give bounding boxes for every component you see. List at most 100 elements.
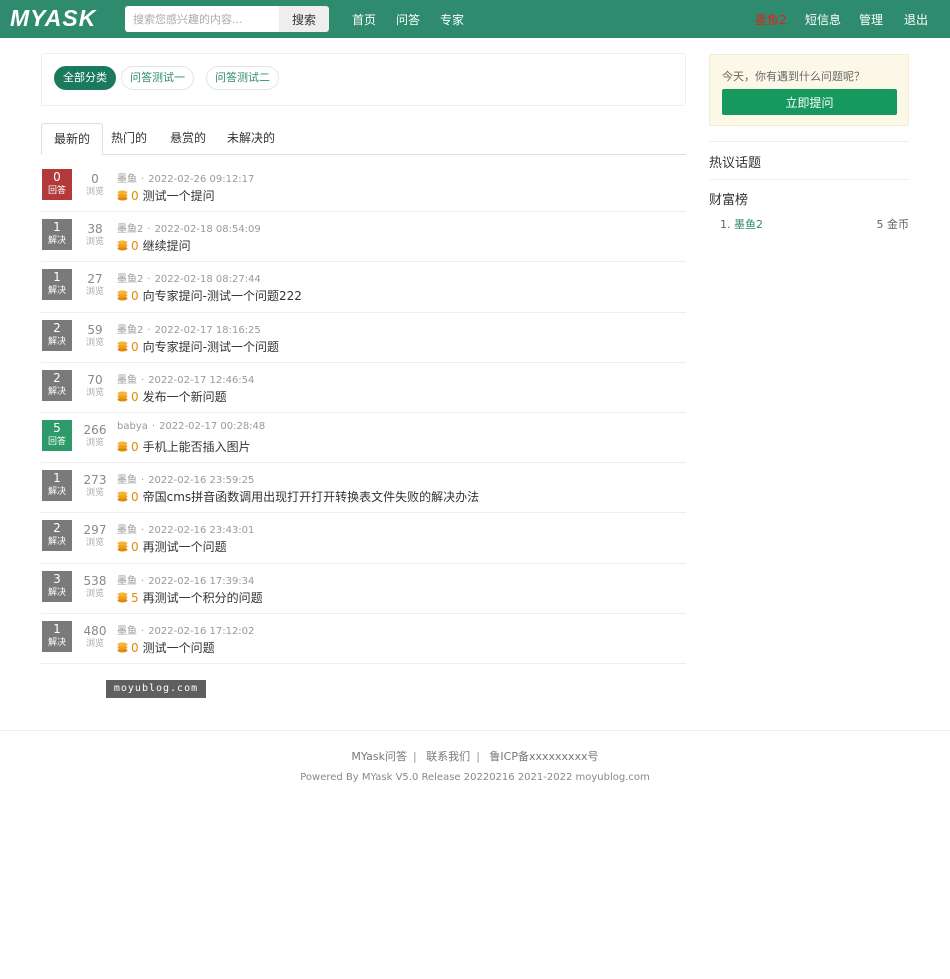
footer-icp[interactable]: 鲁ICP备xxxxxxxxx号 (489, 750, 598, 763)
author-link[interactable]: 墨鱼 (117, 626, 137, 637)
reward-amount: 0 (131, 339, 139, 354)
author-link[interactable]: 墨鱼 (117, 174, 137, 185)
question-title-link[interactable]: 再测试一个问题 (143, 540, 227, 554)
question-title-link[interactable]: 手机上能否插入图片 (143, 440, 251, 454)
question-title-link[interactable]: 再测试一个积分的问题 (143, 591, 263, 605)
question-title-link[interactable]: 向专家提问-测试一个问题 (143, 340, 279, 354)
answer-count-badge: 2 解决 (42, 369, 72, 401)
answer-status-label: 解决 (47, 386, 66, 397)
top-navbar: MYASK 搜索 首页 问答 专家 墨鱼2 短信息 管理 退出 (0, 0, 950, 38)
tab-bounty[interactable]: 悬赏的 (158, 123, 218, 155)
ask-panel: 今天，你有遇到什么问题呢？ 立即提问 (709, 54, 909, 126)
answer-status-label: 回答 (47, 436, 66, 447)
author-link[interactable]: 墨鱼 (117, 525, 137, 536)
view-count-number: 273 (83, 473, 107, 488)
category-test-1[interactable]: 问答测试一 (121, 66, 194, 90)
question-title-line: 5 再测试一个积分的问题 (117, 589, 263, 606)
question-time: 2022-02-16 17:39:34 (148, 575, 255, 587)
meta-separator: · (147, 324, 151, 336)
nav-home[interactable]: 首页 (352, 11, 376, 28)
tab-hot[interactable]: 热门的 (99, 123, 159, 155)
ranking-user-link[interactable]: 墨鱼2 (734, 218, 763, 231)
answer-count-badge: 1 解决 (42, 620, 72, 652)
author-link[interactable]: babya (117, 421, 148, 432)
view-count-label: 浏览 (85, 187, 104, 197)
question-title-link[interactable]: 向专家提问-测试一个问题222 (143, 289, 302, 303)
search-input[interactable] (125, 6, 280, 32)
footer-link-contact[interactable]: 联系我们 (426, 750, 470, 763)
footer-powered-by: Powered By MYask V5.0 Release 20220216 2… (300, 772, 650, 783)
coin-icon (117, 390, 128, 402)
question-time: 2022-02-16 23:43:01 (148, 525, 255, 537)
view-count-number: 27 (87, 272, 103, 287)
question-title-line: 0 手机上能否插入图片 (117, 438, 251, 455)
view-count: 70 浏览 (79, 373, 111, 399)
author-link[interactable]: 墨鱼2 (117, 274, 143, 285)
reward-amount: 0 (131, 389, 139, 404)
user-link[interactable]: 墨鱼2 (755, 11, 787, 28)
answer-count-badge: 1 解决 (42, 470, 72, 502)
question-row: 0 回答 0 浏览 墨鱼 · 2022-02-26 09:12:17 0 测试一个提问 (41, 162, 686, 213)
coin-icon (117, 289, 128, 301)
meta-separator: · (141, 625, 145, 637)
author-link[interactable]: 墨鱼2 (117, 325, 143, 336)
question-row: 3 解决 538 浏览 墨鱼 · 2022-02-16 17:39:34 5 再测试一个积分的问… (41, 564, 686, 614)
ask-question-button[interactable]: 立即提问 (722, 89, 897, 115)
view-count: 538 浏览 (79, 574, 111, 600)
question-title-link[interactable]: 测试一个提问 (143, 189, 215, 203)
reward-amount: 0 (131, 540, 139, 555)
question-time: 2022-02-26 09:12:17 (148, 174, 255, 185)
nav-qa[interactable]: 问答 (396, 11, 420, 28)
view-count-label: 浏览 (85, 437, 104, 448)
answer-status-label: 回答 (47, 186, 66, 196)
view-count: 480 浏览 (79, 624, 111, 650)
question-meta: babya · 2022-02-17 00:28:48 (117, 421, 265, 432)
view-count-label: 浏览 (85, 387, 104, 398)
answer-count-badge: 3 解决 (42, 570, 72, 602)
question-time: 2022-02-16 17:12:02 (148, 625, 255, 637)
question-meta: 墨鱼 · 2022-02-16 17:12:02 (117, 622, 254, 637)
category-test-2[interactable]: 问答测试二 (206, 66, 279, 90)
question-meta: 墨鱼2 · 2022-02-18 08:27:44 (117, 270, 261, 285)
admin-link[interactable]: 管理 (859, 11, 883, 28)
question-title-link[interactable]: 帝国cms拼音函数调用出现打开打开转换表文件失败的解决办法 (143, 490, 480, 504)
meta-separator: · (141, 475, 145, 487)
answer-count: 1 (53, 621, 61, 636)
question-title-link[interactable]: 测试一个问题 (143, 641, 215, 655)
tab-unsolved[interactable]: 未解决的 (215, 123, 287, 155)
nav-experts[interactable]: 专家 (440, 11, 464, 28)
footer-link-home[interactable]: MYask问答 (351, 750, 407, 763)
question-title-line: 0 帝国cms拼音函数调用出现打开打开转换表文件失败的解决办法 (117, 488, 479, 505)
question-title-link[interactable]: 继续提问 (143, 239, 191, 253)
tab-latest[interactable]: 最新的 (41, 123, 104, 155)
question-title-line: 0 测试一个提问 (117, 187, 215, 204)
messages-link[interactable]: 短信息 (805, 11, 841, 28)
ranking-number: 1. (720, 218, 731, 231)
site-logo[interactable]: MYASK (10, 5, 96, 32)
question-title-line: 0 发布一个新问题 (117, 388, 227, 405)
author-link[interactable]: 墨鱼 (117, 475, 137, 486)
divider (709, 141, 909, 142)
meta-separator: · (151, 420, 156, 432)
meta-separator: · (141, 174, 145, 185)
author-link[interactable]: 墨鱼2 (117, 224, 143, 235)
question-time: 2022-02-17 18:16:25 (154, 324, 261, 336)
question-title-link[interactable]: 发布一个新问题 (143, 390, 227, 404)
search-button[interactable]: 搜索 (279, 6, 329, 32)
category-filter: 全部分类 问答测试一 问答测试二 (41, 53, 686, 106)
view-count-number: 38 (87, 222, 103, 237)
view-count-number: 0 (91, 172, 99, 186)
view-count-label: 浏览 (85, 488, 104, 499)
question-row: 1 解决 273 浏览 墨鱼 · 2022-02-16 23:59:25 0 帝国cms拼音函数… (41, 463, 686, 514)
answer-status-label: 解决 (47, 286, 66, 297)
view-count-number: 480 (83, 623, 107, 638)
question-meta: 墨鱼2 · 2022-02-17 18:16:25 (117, 321, 261, 336)
answer-status-label: 解决 (47, 236, 66, 247)
author-link[interactable]: 墨鱼 (117, 576, 137, 587)
view-count: 297 浏览 (79, 523, 111, 549)
answer-status-label: 解决 (47, 587, 66, 598)
reward-amount: 0 (131, 490, 139, 505)
category-all[interactable]: 全部分类 (54, 66, 116, 90)
author-link[interactable]: 墨鱼 (117, 375, 137, 386)
logout-link[interactable]: 退出 (904, 11, 928, 28)
